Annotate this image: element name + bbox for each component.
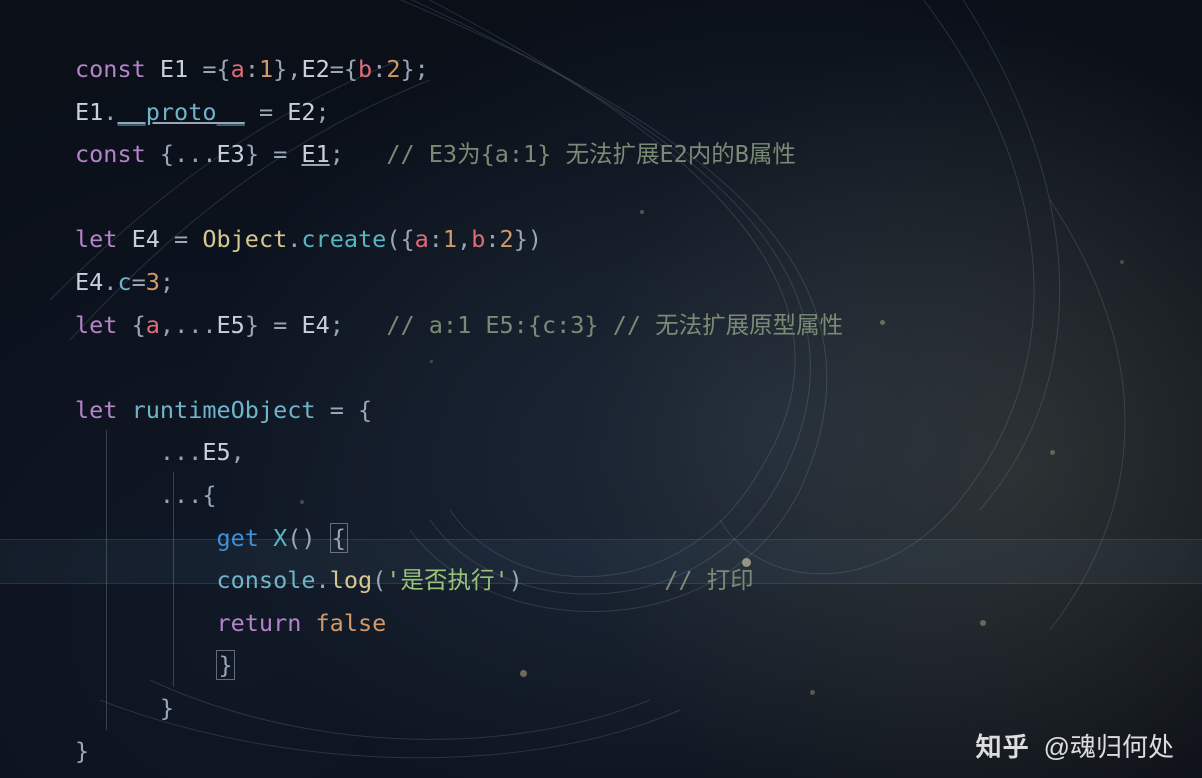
zhihu-logo-icon: 知乎	[976, 727, 1030, 764]
code-line: get X() {	[75, 523, 348, 553]
code-line: return false	[75, 609, 386, 637]
code-line: console.log('是否执行') // 打印	[75, 566, 754, 594]
code-line: let runtimeObject = {	[75, 396, 372, 424]
bracket-match-open: {	[330, 523, 348, 553]
code-line: const {...E3} = E1; // E3为{a:1} 无法扩展E2内的…	[75, 140, 796, 168]
code-line: ...E5,	[75, 438, 245, 466]
code-line: let {a,...E5} = E4; // a:1 E5:{c:3} // 无…	[75, 311, 843, 339]
code-line: let E4 = Object.create({a:1,b:2})	[75, 225, 542, 253]
code-line	[75, 353, 89, 381]
code-line: }	[75, 694, 174, 722]
code-line: }	[75, 650, 235, 680]
code-line	[75, 183, 89, 211]
code-line: E4.c=3;	[75, 268, 174, 296]
variable-E1: E1	[301, 140, 329, 168]
code-line: ...{	[75, 481, 217, 509]
code-line: const E1 ={a:1},E2={b:2};	[75, 55, 429, 83]
code-line: E1.__proto__ = E2;	[75, 98, 330, 126]
code-line: }	[75, 737, 89, 765]
code-editor-content[interactable]: const E1 ={a:1},E2={b:2}; E1.__proto__ =…	[75, 48, 1182, 772]
watermark-handle: @魂归何处	[1044, 727, 1174, 764]
bracket-match-close: }	[216, 650, 234, 680]
watermark: 知乎 @魂归何处	[976, 727, 1174, 764]
